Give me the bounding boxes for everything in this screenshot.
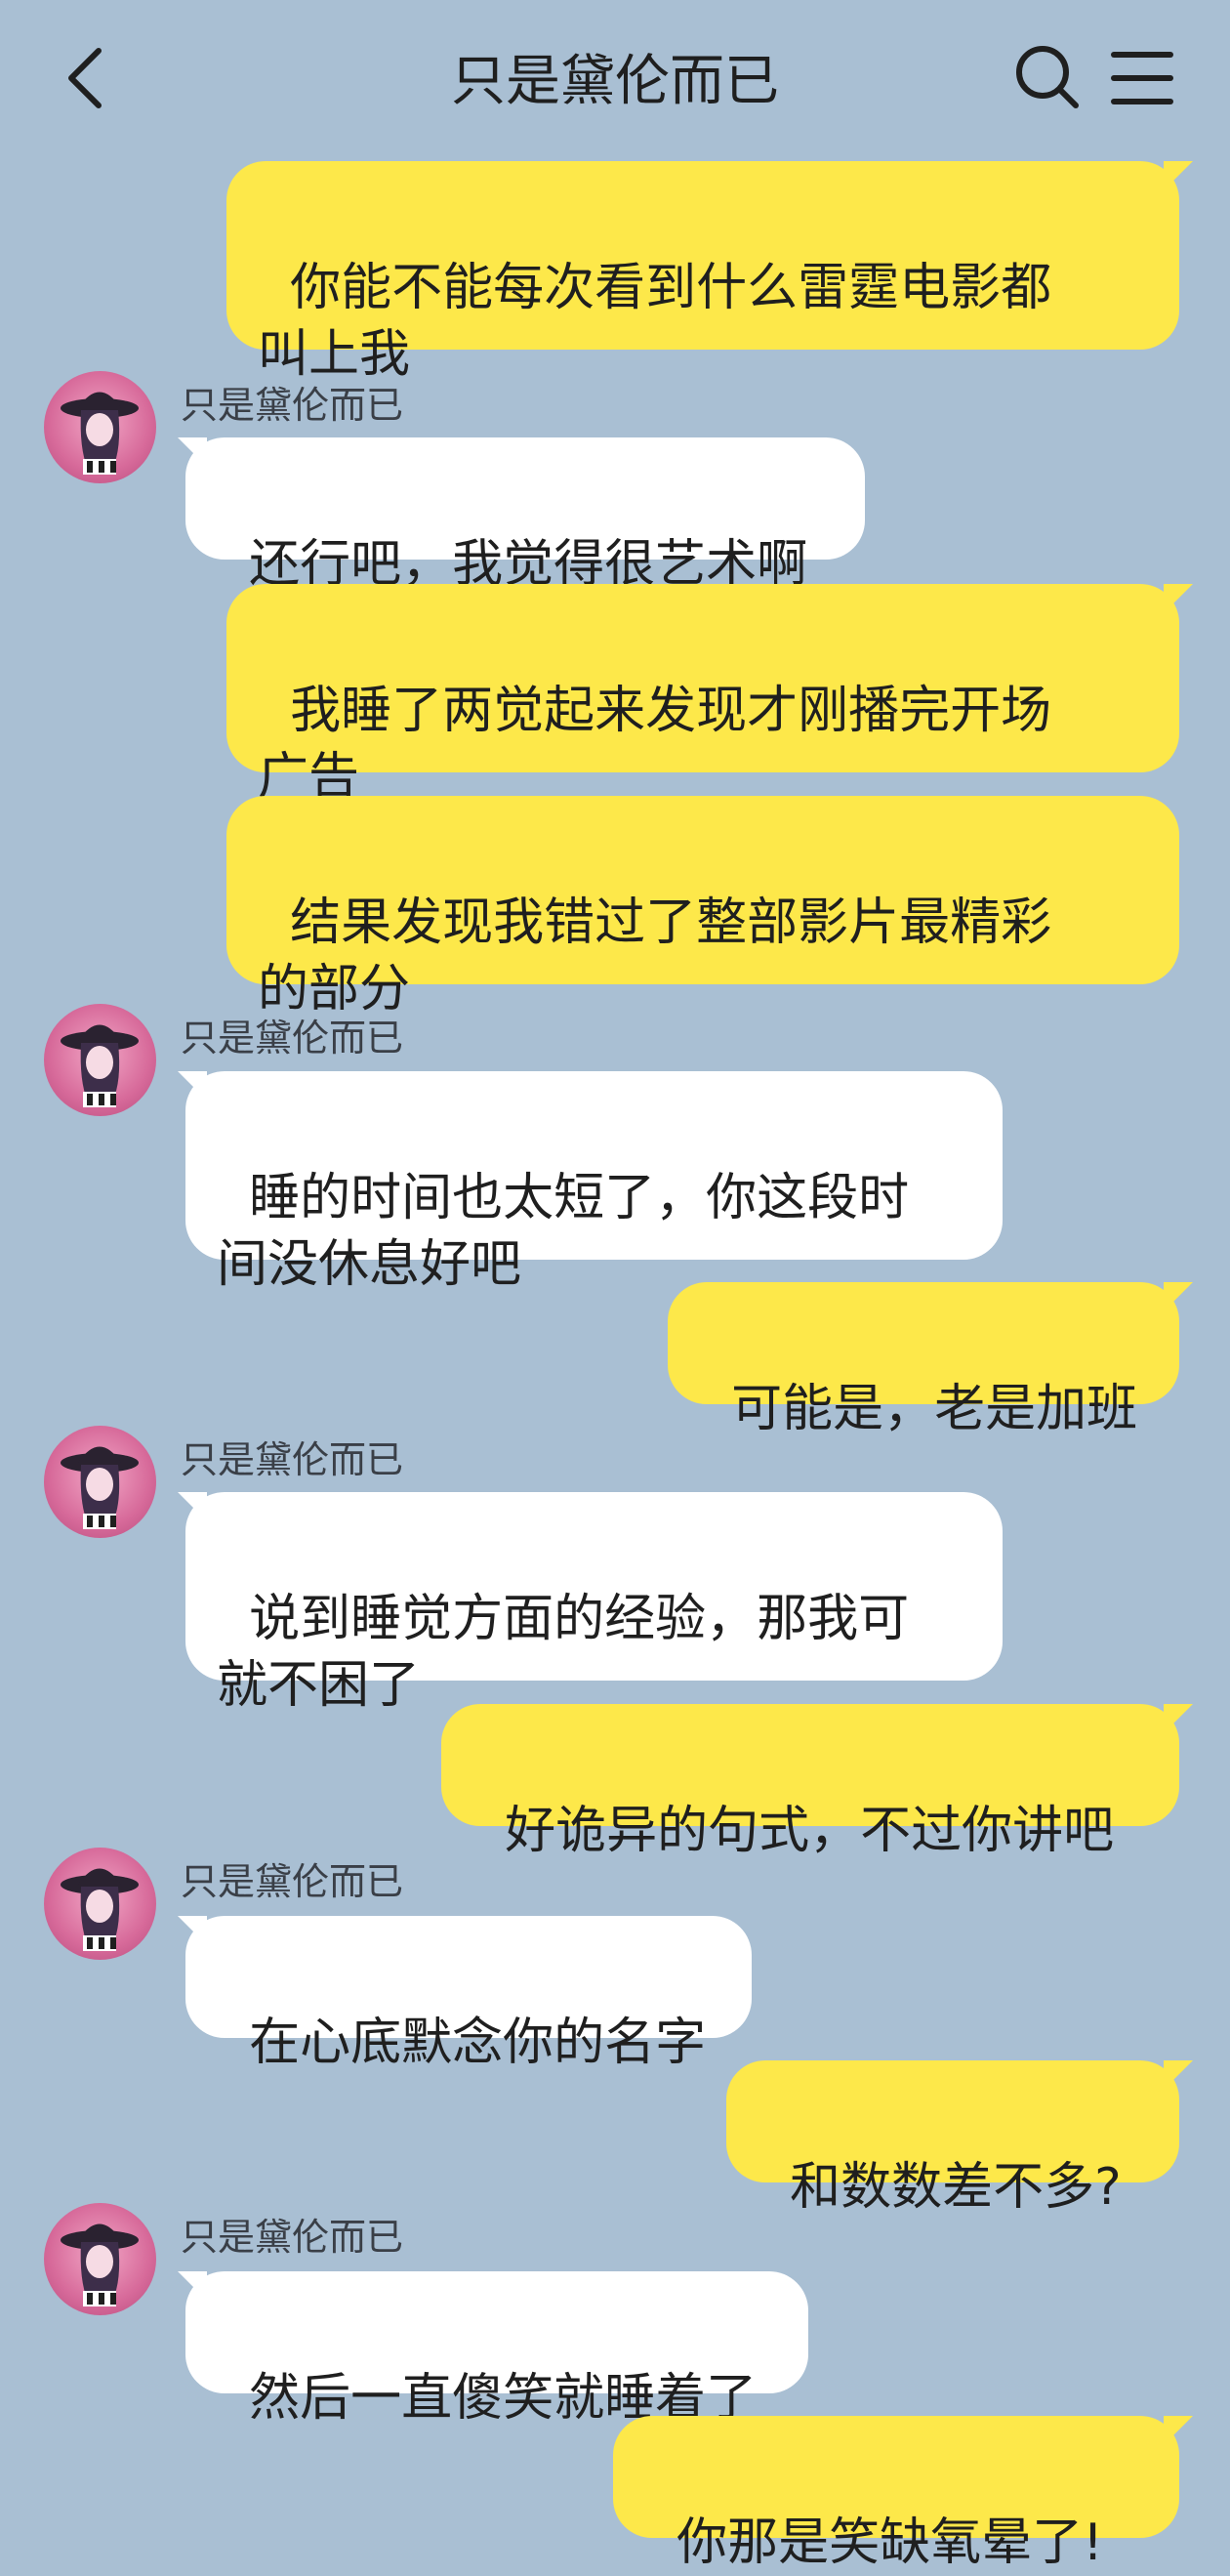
message-text: 你那是笑缺氧晕了! — [676, 2514, 1103, 2572]
sender-name: 只是黛伦而已 — [181, 384, 404, 427]
search-button[interactable] — [1013, 43, 1082, 113]
incoming-message[interactable]: 在心底默念你的名字 — [185, 1916, 752, 2072]
avatar[interactable] — [44, 1004, 156, 1116]
bubble-tail — [178, 437, 207, 467]
sender-name: 只是黛伦而已 — [181, 1438, 404, 1481]
avatar[interactable] — [44, 1848, 156, 1960]
outgoing-message[interactable]: 我睡了两觉起来发现才刚播完开场 广告 — [226, 584, 1179, 807]
incoming-message[interactable]: 然后一直傻笑就睡着了 — [185, 2271, 808, 2428]
bubble-tail — [1164, 2416, 1193, 2445]
sender-name: 只是黛伦而已 — [181, 2216, 404, 2259]
message-text: 在心底默念你的名字 — [249, 2014, 707, 2072]
message-text: 我睡了两觉起来发现才刚播完开场 广告 — [258, 682, 1052, 807]
bubble-tail — [178, 2271, 207, 2301]
bubble-tail — [1164, 1704, 1193, 1733]
search-icon — [1016, 46, 1079, 108]
menu-icon — [1111, 52, 1173, 104]
avatar[interactable] — [44, 2203, 156, 2315]
bubble-tail — [1164, 161, 1193, 190]
incoming-message[interactable]: 还行吧，我觉得很艺术啊 — [185, 437, 865, 594]
avatar-image — [61, 1868, 139, 1951]
message-text: 你能不能每次看到什么雷霆电影都 叫上我 — [258, 259, 1052, 384]
bubble-tail — [1164, 2060, 1193, 2090]
bubble-tail — [1164, 584, 1193, 613]
bubble-tail — [178, 1071, 207, 1101]
message-text: 睡的时间也太短了，你这段时 间没休息好吧 — [217, 1169, 910, 1294]
top-bar: 只是黛伦而已 — [0, 0, 1230, 156]
outgoing-message[interactable]: 好诡异的句式，不过你讲吧 — [441, 1704, 1179, 1860]
avatar-image — [61, 1446, 139, 1529]
menu-button[interactable] — [1108, 43, 1176, 113]
message-text: 结果发现我错过了整部影片最精彩 的部分 — [258, 893, 1052, 1018]
avatar[interactable] — [44, 1426, 156, 1538]
incoming-message[interactable]: 睡的时间也太短了，你这段时 间没休息好吧 — [185, 1071, 1003, 1294]
avatar-image — [61, 392, 139, 475]
sender-name: 只是黛伦而已 — [181, 1017, 404, 1059]
outgoing-message[interactable]: 你那是笑缺氧晕了! — [613, 2416, 1179, 2572]
avatar-image — [61, 1024, 139, 1107]
message-text: 和数数差不多? — [790, 2158, 1122, 2217]
bubble-tail — [178, 1916, 207, 1945]
outgoing-message[interactable]: 你能不能每次看到什么雷霆电影都 叫上我 — [226, 161, 1179, 384]
outgoing-message[interactable]: 可能是，老是加班 — [668, 1282, 1179, 1438]
bubble-tail — [1164, 1282, 1193, 1311]
outgoing-message[interactable]: 和数数差不多? — [726, 2060, 1179, 2217]
message-text: 说到睡觉方面的经验，那我可 就不困了 — [217, 1590, 910, 1715]
message-text: 可能是，老是加班 — [731, 1380, 1138, 1438]
sender-name: 只是黛伦而已 — [181, 1860, 404, 1903]
avatar-image — [61, 2223, 139, 2306]
outgoing-message[interactable]: 结果发现我错过了整部影片最精彩 的部分 — [226, 796, 1179, 1018]
message-text: 好诡异的句式，不过你讲吧 — [505, 1802, 1115, 1860]
incoming-message[interactable]: 说到睡觉方面的经验，那我可 就不困了 — [185, 1492, 1003, 1715]
avatar[interactable] — [44, 371, 156, 483]
bubble-tail — [178, 1492, 207, 1521]
